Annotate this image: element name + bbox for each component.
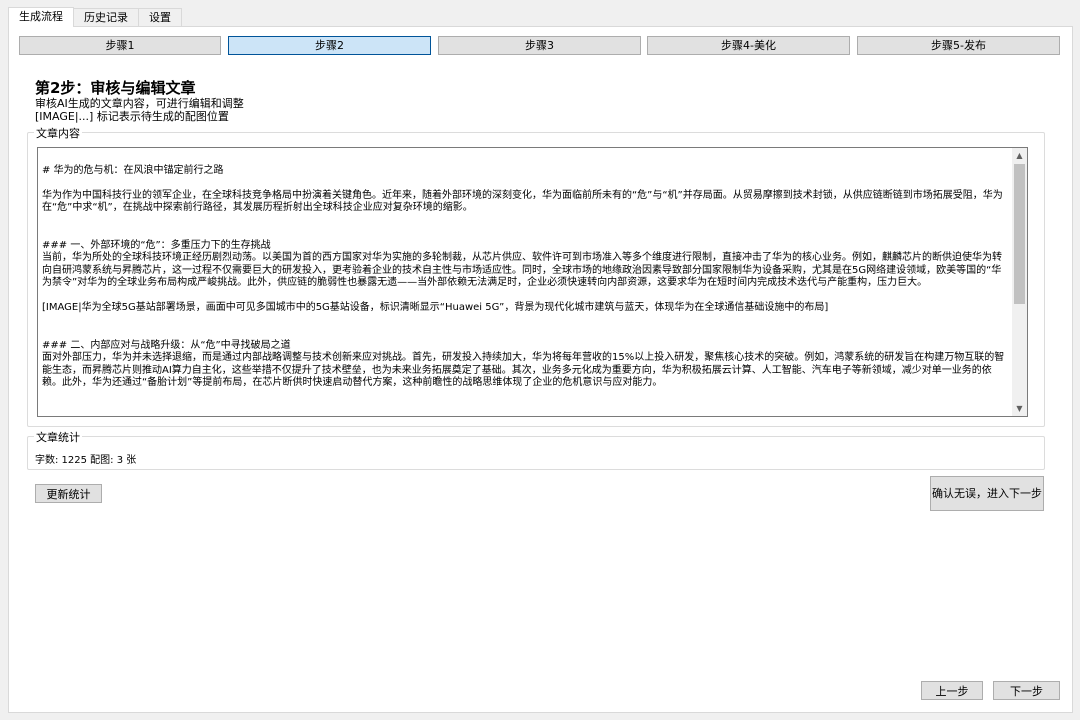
section-title: ### 一、外部环境的“危”：多重压力下的生存挑战 bbox=[42, 239, 271, 251]
step-1-button[interactable]: 步骤1 bbox=[19, 36, 221, 55]
description-line: [IMAGE|...] 标记表示待生成的配图位置 bbox=[35, 110, 229, 123]
group-label: 文章内容 bbox=[34, 125, 82, 141]
confirm-next-button[interactable]: 确认无误，进入下一步 bbox=[930, 476, 1044, 511]
article-heading: # 华为的危与机：在风浪中锚定前行之路 bbox=[42, 164, 224, 176]
chevron-down-icon[interactable]: ▼ bbox=[1012, 401, 1027, 416]
group-label: 文章统计 bbox=[34, 429, 82, 445]
description-line: 审核AI生成的文章内容，可进行编辑和调整 bbox=[35, 97, 244, 110]
vertical-scrollbar[interactable]: ▲ ▼ bbox=[1012, 148, 1027, 416]
article-text: # 华为的危与机：在风浪中锚定前行之路 华为作为中国科技行业的领军企业，在全球科… bbox=[42, 152, 1008, 390]
step-buttons: 步骤1 步骤2 步骤3 步骤4-美化 步骤5-发布 bbox=[19, 36, 1060, 55]
tab-settings[interactable]: 设置 bbox=[138, 8, 182, 26]
page-description: 审核AI生成的文章内容，可进行编辑和调整 [IMAGE|...] 标记表示待生成… bbox=[35, 97, 244, 123]
article-paragraph: 华为作为中国科技行业的领军企业，在全球科技竞争格局中扮演着关键角色。近年来，随着… bbox=[42, 189, 1003, 214]
chevron-up-icon[interactable]: ▲ bbox=[1012, 148, 1027, 163]
article-paragraph: 面对外部压力，华为并未选择退缩，而是通过内部战略调整与技术创新来应对挑战。首先，… bbox=[42, 352, 1005, 388]
step-2-button[interactable]: 步骤2 bbox=[228, 36, 431, 55]
page-title: 第2步：审核与编辑文章 bbox=[35, 79, 196, 97]
section-title: ### 二、内部应对与战略升级：从“危”中寻找破局之道 bbox=[42, 339, 291, 351]
tab-generate[interactable]: 生成流程 bbox=[8, 7, 74, 27]
stats-text: 字数: 1225 配图: 3 张 bbox=[35, 455, 137, 466]
step-5-button[interactable]: 步骤5-发布 bbox=[857, 36, 1060, 55]
article-content-group: 文章内容 # 华为的危与机：在风浪中锚定前行之路 华为作为中国科技行业的领军企业… bbox=[27, 125, 1045, 427]
tab-bar: 生成流程 历史记录 设置 bbox=[8, 7, 182, 27]
article-paragraph: 当前，华为所处的全球科技环境正经历剧烈动荡。以美国为首的西方国家对华为实施的多轮… bbox=[42, 252, 1002, 288]
article-editor[interactable]: # 华为的危与机：在风浪中锚定前行之路 华为作为中国科技行业的领军企业，在全球科… bbox=[37, 147, 1028, 417]
next-button[interactable]: 下一步 bbox=[993, 681, 1060, 700]
tab-pane: 步骤1 步骤2 步骤3 步骤4-美化 步骤5-发布 第2步：审核与编辑文章 审核… bbox=[8, 26, 1073, 713]
prev-button[interactable]: 上一步 bbox=[921, 681, 983, 700]
refresh-stats-button[interactable]: 更新统计 bbox=[35, 484, 102, 503]
article-stats-group: 文章统计 字数: 1225 配图: 3 张 bbox=[27, 429, 1045, 470]
scrollbar-thumb[interactable] bbox=[1014, 164, 1025, 304]
step-3-button[interactable]: 步骤3 bbox=[438, 36, 641, 55]
step-4-button[interactable]: 步骤4-美化 bbox=[647, 36, 850, 55]
tab-history[interactable]: 历史记录 bbox=[73, 8, 139, 26]
image-marker: [IMAGE|华为全球5G基站部署场景，画面中可见多国城市中的5G基站设备，标识… bbox=[42, 302, 829, 313]
